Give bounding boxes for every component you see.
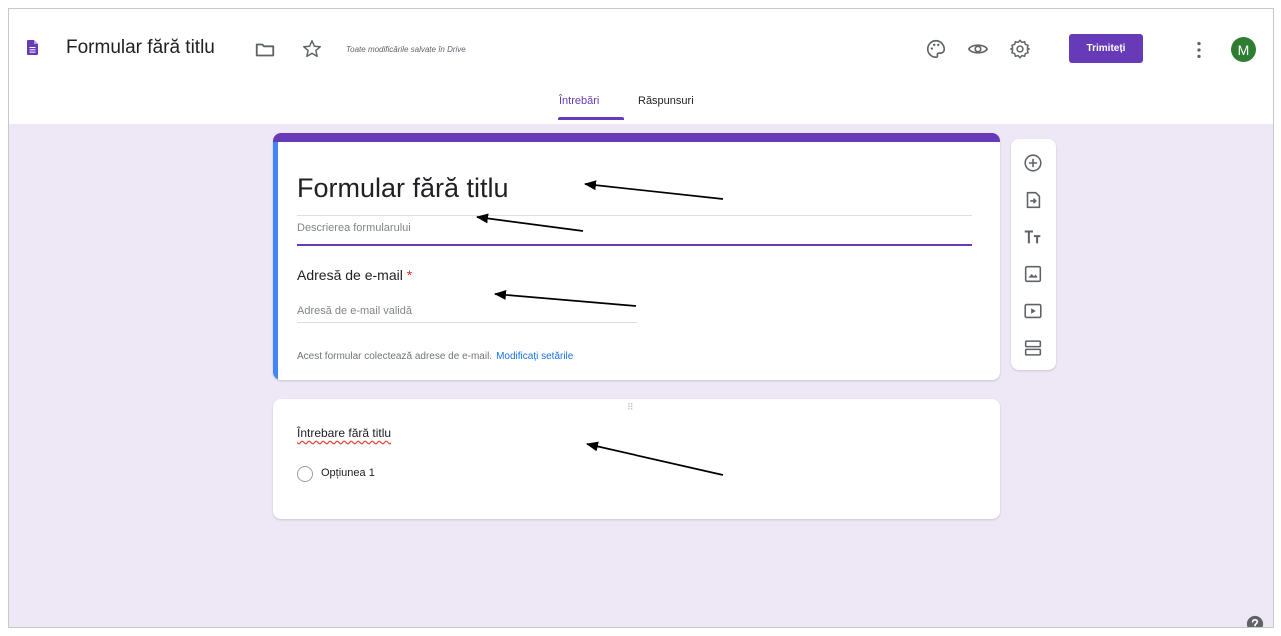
email-collection-note: Acest formular colectează adrese de e-ma… xyxy=(297,351,573,362)
form-name[interactable]: Formular fără titlu xyxy=(66,37,215,59)
focus-indicator-bar xyxy=(273,142,278,380)
required-asterisk: * xyxy=(406,267,413,283)
active-tab-indicator xyxy=(558,117,624,120)
option-label[interactable]: Opțiunea 1 xyxy=(321,467,375,479)
save-status: Toate modificările salvate în Drive xyxy=(346,45,466,54)
send-button[interactable]: Trimiteți xyxy=(1069,34,1143,63)
form-title-field[interactable]: Formular fără titlu xyxy=(297,173,509,204)
add-title-icon[interactable] xyxy=(1022,226,1044,248)
description-underline xyxy=(297,244,972,246)
settings-gear-icon[interactable] xyxy=(1009,38,1031,60)
email-input[interactable]: Adresă de e-mail validă xyxy=(297,305,412,317)
form-description-field[interactable]: Descrierea formularului xyxy=(297,222,411,234)
tab-questions[interactable]: Întrebări xyxy=(559,95,599,107)
collect-note-text: Acest formular colectează adrese de e-ma… xyxy=(297,351,493,362)
add-question-icon[interactable] xyxy=(1022,152,1044,174)
folder-icon[interactable] xyxy=(254,39,276,61)
radio-button[interactable] xyxy=(297,466,313,482)
app-window: Formular fără titlu Toate modificările s… xyxy=(8,8,1274,628)
email-input-underline xyxy=(297,322,637,323)
add-image-icon[interactable] xyxy=(1022,263,1044,285)
more-options-icon[interactable] xyxy=(1188,39,1210,61)
palette-icon[interactable] xyxy=(925,38,947,60)
top-header: Formular fără titlu Toate modificările s… xyxy=(9,9,1273,124)
drag-handle-icon[interactable]: ⠿ xyxy=(627,402,635,413)
form-header-card[interactable]: Formular fără titlu Descrierea formularu… xyxy=(273,133,1000,380)
preview-eye-icon[interactable] xyxy=(967,38,989,60)
email-question-label: Adresă de e-mail * xyxy=(297,267,412,283)
star-icon[interactable] xyxy=(301,38,323,60)
tab-responses[interactable]: Răspunsuri xyxy=(638,95,694,107)
account-avatar[interactable]: M xyxy=(1231,37,1256,62)
forms-logo-icon[interactable] xyxy=(27,40,38,55)
theme-accent-bar xyxy=(273,133,1000,142)
change-settings-link[interactable]: Modificați setările xyxy=(496,351,573,362)
floating-toolbar xyxy=(1011,139,1056,370)
question-card[interactable]: ⠿ Întrebare fără titlu Opțiunea 1 xyxy=(273,399,1000,519)
form-editor-area: Formular fără titlu Descrierea formularu… xyxy=(9,124,1273,627)
title-underline xyxy=(297,215,972,216)
import-questions-icon[interactable] xyxy=(1022,189,1044,211)
email-label-text: Adresă de e-mail xyxy=(297,267,403,283)
help-icon[interactable] xyxy=(1246,615,1264,628)
add-section-icon[interactable] xyxy=(1022,337,1044,359)
question-title-field[interactable]: Întrebare fără titlu xyxy=(297,426,391,440)
add-video-icon[interactable] xyxy=(1022,300,1044,322)
